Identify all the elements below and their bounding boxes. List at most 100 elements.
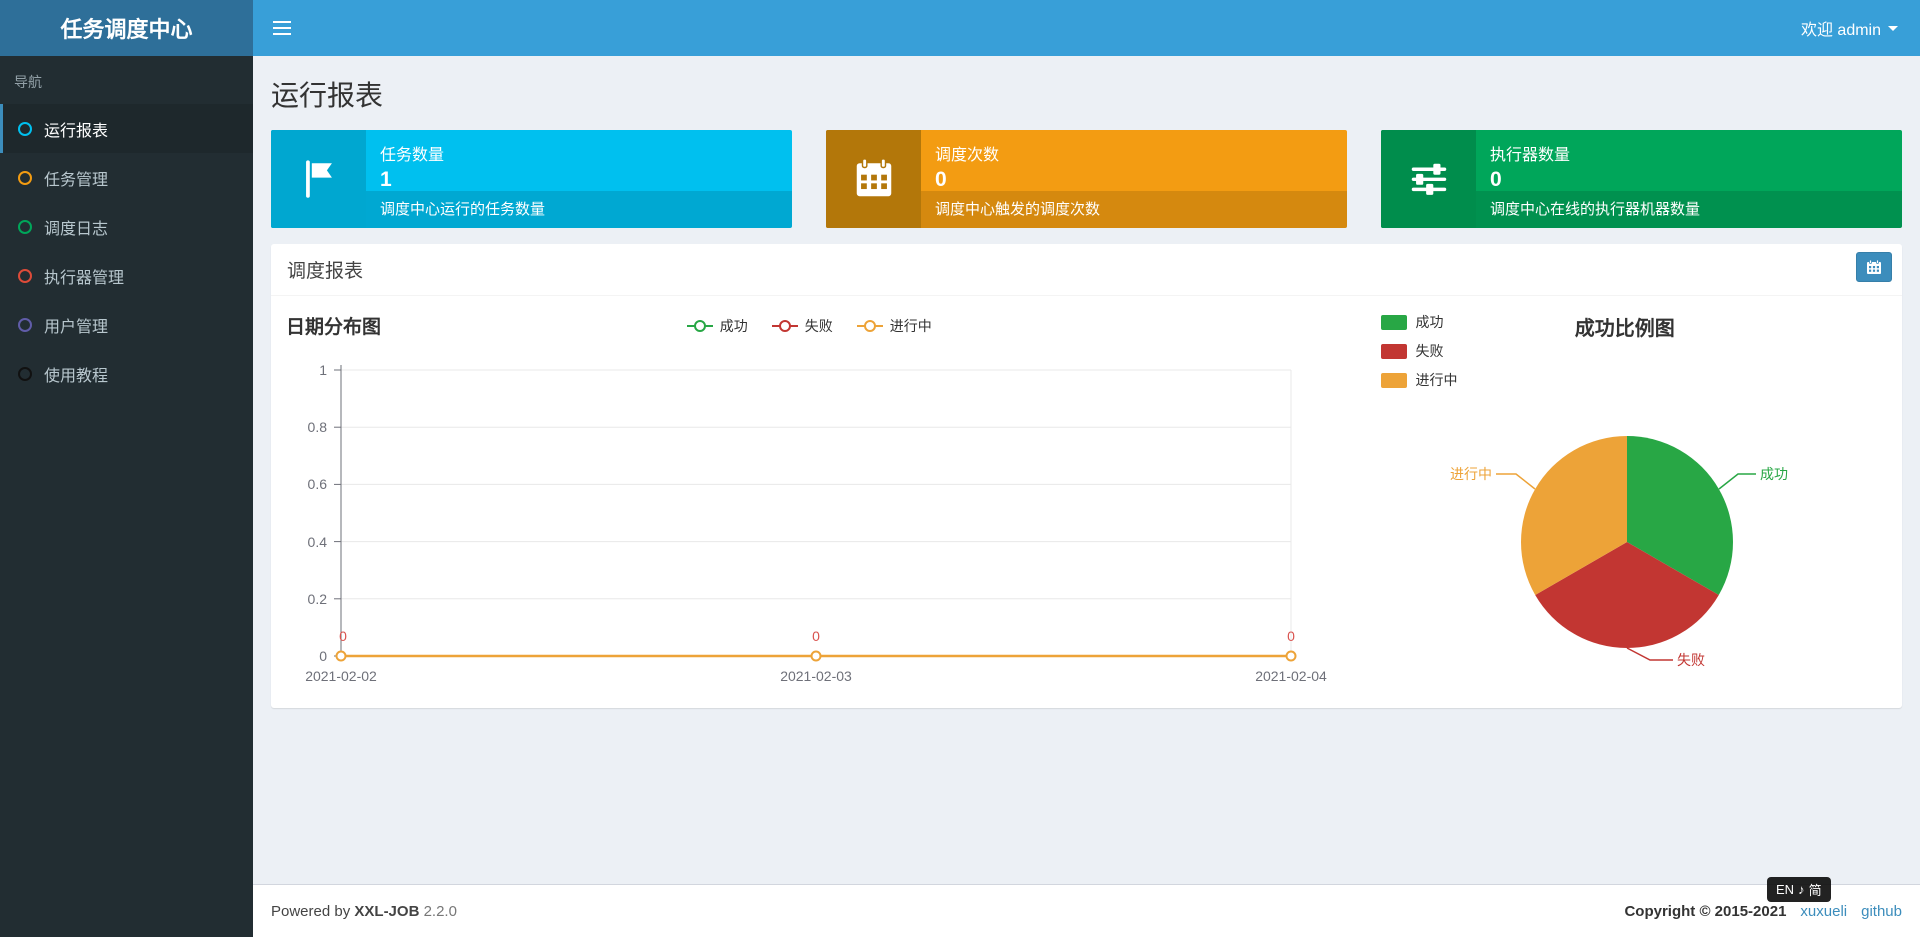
sidebar-menu: 运行报表 任务管理 调度日志 执行器管理 用户管理 使用教程: [0, 104, 253, 398]
circle-outline-icon: [18, 317, 32, 332]
calendar-icon: [826, 130, 921, 228]
legend-label: 失败: [804, 318, 833, 334]
stat-card-value: 1: [380, 168, 392, 191]
pie-plot: 成功 失败 进行中: [1450, 436, 1788, 668]
sidebar: 导航 运行报表 任务管理 调度日志 执行器管理 用户管理 使用教程: [0, 56, 253, 937]
date-range-button[interactable]: [1856, 252, 1892, 282]
legend-item-fail[interactable]: 失败: [771, 316, 833, 336]
ime-simplified-label: 简: [1808, 883, 1822, 898]
circle-outline-icon: [18, 268, 32, 283]
main-wrapper: 运行报表 任务数量 1 调度中心运行的任务数量 调度次数 0 调度中心触发的调度…: [253, 0, 1920, 937]
circle-outline-icon: [18, 170, 32, 185]
point-label: 0: [812, 628, 820, 644]
sidebar-item-user-management[interactable]: 用户管理: [0, 300, 253, 349]
line-plot: 0 0.2 0.4 0.6 0.8 1 0 0 0 2021-02-02 202…: [305, 362, 1327, 684]
y-tick-label: 1: [319, 362, 327, 378]
stat-card-body: 任务数量 1 调度中心运行的任务数量: [366, 130, 792, 228]
flag-icon: [271, 130, 366, 228]
sidebar-item-label: 运行报表: [44, 122, 109, 140]
sidebar-item-job-management[interactable]: 任务管理: [0, 153, 253, 202]
product-name: XXL-JOB: [354, 902, 420, 920]
footer-copyright: Copyright © 2015-2021 xuxueli github: [1624, 903, 1902, 920]
stat-card-body: 执行器数量 0 调度中心在线的执行器机器数量: [1476, 130, 1902, 228]
chevron-down-icon: [1888, 25, 1898, 31]
github-link[interactable]: github: [1861, 903, 1902, 920]
pie-label-success: 成功: [1760, 466, 1788, 482]
y-tick-label: 0.4: [308, 534, 328, 550]
ime-indicator: EN ♪ 简: [1767, 877, 1831, 902]
pie-label-in-progress: 进行中: [1450, 466, 1492, 482]
hamburger-icon[interactable]: [253, 0, 311, 56]
page-title: 运行报表: [271, 80, 384, 111]
stat-card-description: 调度中心触发的调度次数: [921, 191, 1347, 228]
copyright-text: Copyright © 2015-2021: [1624, 902, 1787, 920]
line-chart-legend: 成功 失败 进行中: [686, 316, 932, 336]
legend-label: 成功: [719, 318, 748, 334]
sidebar-item-tutorial[interactable]: 使用教程: [0, 349, 253, 398]
pie-chart-title: 成功比例图: [1574, 318, 1675, 340]
sidebar-section-label: 导航: [14, 74, 42, 90]
dispatch-report-panel: 调度报表 日期分布图 成功 失败 进行中 0 0.2 0.4 0.6 0.8 1…: [271, 244, 1902, 708]
point-label: 0: [1287, 628, 1295, 644]
circle-outline-icon: [18, 121, 32, 136]
pie-label-fail: 失败: [1677, 652, 1705, 668]
circle-outline-icon: [18, 366, 32, 381]
legend-item-fail[interactable]: 失败: [1381, 341, 1457, 361]
stat-card-label: 任务数量: [380, 147, 445, 164]
panel-body: 日期分布图 成功 失败 进行中 0 0.2 0.4 0.6 0.8 1 0 0 …: [271, 296, 1902, 708]
sliders-icon: [1381, 130, 1476, 228]
powered-prefix: Powered by: [271, 902, 351, 920]
sidebar-item-label: 任务管理: [44, 171, 109, 189]
stat-card-job-count: 任务数量 1 调度中心运行的任务数量: [271, 130, 792, 228]
circle-outline-icon: [18, 219, 32, 234]
footer-powered-by: Powered by XXL-JOB 2.2.0: [271, 903, 457, 920]
stat-card-executor-count: 执行器数量 0 调度中心在线的执行器机器数量: [1381, 130, 1902, 228]
stat-card-body: 调度次数 0 调度中心触发的调度次数: [921, 130, 1347, 228]
stat-cards-row: 任务数量 1 调度中心运行的任务数量 调度次数 0 调度中心触发的调度次数 执行…: [271, 130, 1902, 228]
top-navbar: 任务调度中心 欢迎 admin: [0, 0, 1920, 56]
point-label: 0: [339, 628, 347, 644]
legend-label: 失败: [1415, 343, 1444, 359]
sidebar-item-label: 执行器管理: [44, 269, 125, 287]
x-tick-label: 2021-02-03: [780, 668, 852, 684]
sidebar-item-label: 调度日志: [44, 220, 109, 238]
legend-item-in-progress[interactable]: 进行中: [856, 316, 932, 336]
stat-card-label: 执行器数量: [1490, 147, 1571, 164]
product-version: 2.2.0: [423, 902, 457, 920]
legend-label: 进行中: [889, 318, 932, 334]
date-distribution-chart: 日期分布图 成功 失败 进行中 0 0.2 0.4 0.6 0.8 1 0 0 …: [271, 296, 1347, 700]
pie-slices[interactable]: [1521, 436, 1734, 649]
navbar: 欢迎 admin: [253, 0, 1920, 56]
stat-card-label: 调度次数: [935, 147, 1000, 164]
line-marker-icon: [686, 325, 713, 327]
stat-card-value: 0: [1490, 168, 1502, 191]
stat-card-dispatch-count: 调度次数 0 调度中心触发的调度次数: [826, 130, 1347, 228]
xuxueli-link[interactable]: xuxueli: [1800, 903, 1847, 920]
y-tick-label: 0: [319, 648, 327, 664]
line-chart-title: 日期分布图: [286, 317, 382, 338]
app-logo[interactable]: 任务调度中心: [0, 0, 253, 56]
ime-mode-icon: ♪: [1798, 882, 1805, 897]
sidebar-item-label: 用户管理: [44, 318, 109, 336]
user-menu[interactable]: 欢迎 admin: [1779, 0, 1920, 56]
ime-en-label: EN: [1776, 882, 1795, 897]
y-tick-label: 0.6: [308, 476, 328, 492]
y-tick-label: 0.8: [308, 419, 328, 435]
welcome-text: 欢迎 admin: [1800, 22, 1881, 39]
success-ratio-chart: 成功 失败 进行中 成功比例图 成功 失败 进行中: [1347, 296, 1902, 700]
sidebar-item-dispatch-log[interactable]: 调度日志: [0, 202, 253, 251]
stat-card-description: 调度中心运行的任务数量: [366, 191, 792, 228]
legend-item-success[interactable]: 成功: [686, 316, 748, 336]
footer: Powered by XXL-JOB 2.2.0 Copyright © 201…: [253, 884, 1920, 937]
line-marker-icon: [856, 325, 883, 327]
legend-swatch-icon: [1381, 343, 1408, 359]
x-tick-label: 2021-02-02: [305, 668, 377, 684]
y-tick-label: 0.2: [308, 591, 328, 607]
panel-title: 调度报表: [287, 261, 364, 282]
sidebar-item-executor-management[interactable]: 执行器管理: [0, 251, 253, 300]
content: 运行报表 任务数量 1 调度中心运行的任务数量 调度次数 0 调度中心触发的调度…: [253, 56, 1920, 884]
line-marker-icon: [771, 325, 798, 327]
stat-card-value: 0: [935, 168, 947, 191]
sidebar-item-run-report[interactable]: 运行报表: [0, 104, 253, 153]
stat-card-description: 调度中心在线的执行器机器数量: [1476, 191, 1902, 228]
